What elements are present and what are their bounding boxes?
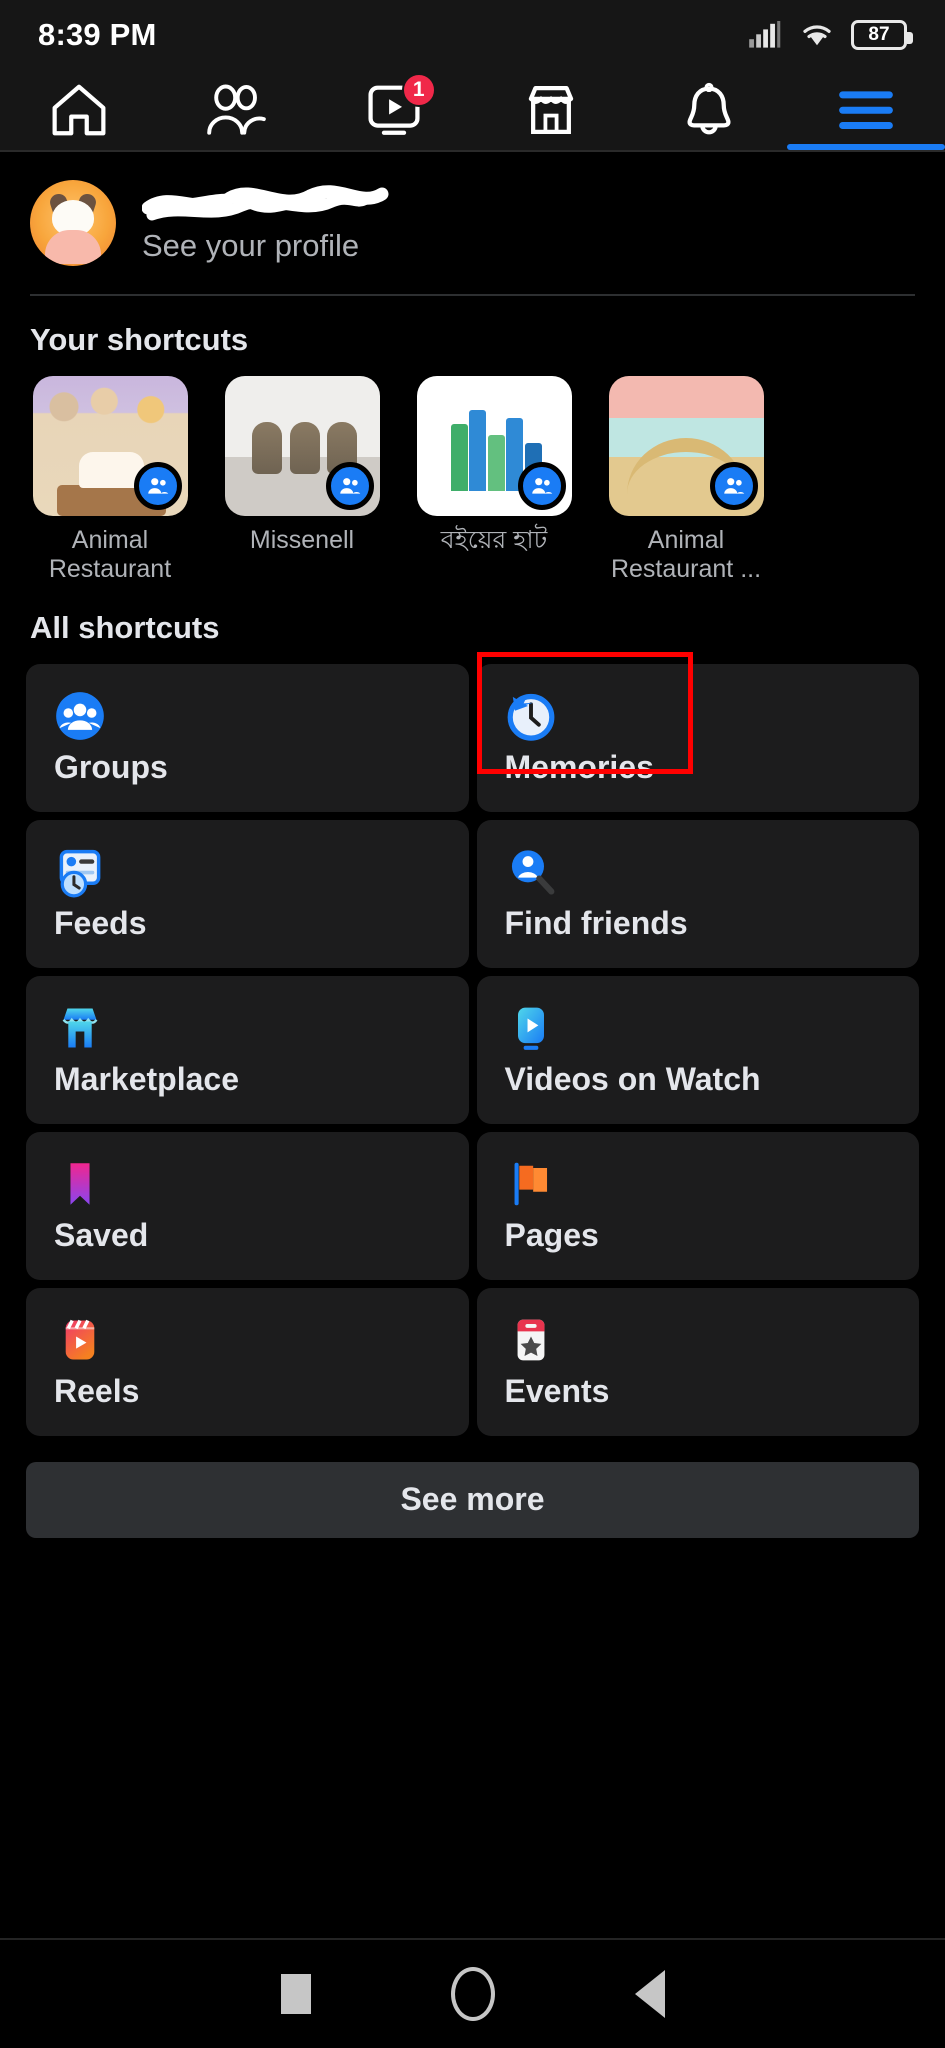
shortcut-tile-pages[interactable]: Pages — [476, 1131, 919, 1280]
facebook-top-nav: 1 — [0, 70, 945, 150]
reels-icon — [65, 1319, 95, 1359]
shortcut-tile-events[interactable]: Events — [476, 1287, 919, 1436]
tile-label: Videos on Watch — [504, 1060, 761, 1097]
see-your-profile-label[interactable]: See your profile — [142, 228, 422, 264]
all-shortcuts-title: All shortcuts — [30, 609, 220, 645]
see-more-button[interactable]: See more — [26, 1461, 919, 1538]
shortcut-label: Animal Restaurant ... — [610, 526, 762, 583]
group-badge-icon — [133, 462, 182, 510]
profile-name-redacted — [142, 182, 422, 224]
feeds-icon — [59, 849, 101, 897]
your-shortcuts-title: Your shortcuts — [30, 322, 249, 357]
avatar[interactable] — [30, 180, 116, 266]
shortcut-label: বইয়ের হাট — [440, 526, 548, 554]
shortcut-thumbnail[interactable] — [224, 376, 380, 516]
tile-label: Feeds — [54, 904, 147, 941]
nav-tab-home[interactable] — [0, 70, 158, 150]
shortcut-tile-reels[interactable]: Reels — [26, 1287, 469, 1436]
nav-tab-video[interactable]: 1 — [315, 70, 473, 150]
marketplace-icon — [529, 86, 574, 134]
shortcut-item[interactable]: Missenell — [216, 376, 388, 584]
menu-hamburger-icon — [839, 91, 894, 130]
group-badge-icon — [709, 462, 758, 510]
tile-label: Events — [504, 1372, 610, 1409]
tile-label: Memories — [504, 748, 654, 785]
saved-bookmark-icon — [70, 1162, 90, 1205]
see-more-wrap: See more — [0, 1436, 945, 1538]
status-icons: 87 — [749, 20, 913, 50]
nav-tab-menu[interactable] — [788, 70, 945, 150]
profile-texts: See your profile — [142, 182, 422, 264]
active-tab-indicator — [787, 144, 945, 150]
shortcut-tile-memories[interactable]: Memories — [476, 651, 919, 812]
profile-row[interactable]: See your profile — [0, 152, 945, 290]
shortcut-thumbnail[interactable] — [608, 376, 764, 516]
recents-square-icon[interactable] — [280, 1974, 311, 2014]
shortcut-tile-saved[interactable]: Saved — [26, 1131, 469, 1280]
shortcut-tile-find-friends[interactable]: Find friends — [476, 819, 919, 968]
pages-flag-icon — [514, 1162, 547, 1205]
nav-tab-marketplace[interactable] — [473, 70, 631, 150]
video-badge: 1 — [401, 73, 436, 107]
android-nav-bar — [0, 1938, 945, 2048]
group-badge-icon — [517, 462, 566, 510]
nav-tab-notifications[interactable] — [630, 70, 788, 150]
shortcut-thumbnail[interactable] — [416, 376, 572, 516]
group-badge-icon — [325, 462, 374, 510]
friends-icon — [207, 84, 267, 135]
wifi-icon — [803, 25, 831, 46]
tile-label: Groups — [54, 748, 168, 785]
tile-label: Pages — [504, 1216, 599, 1253]
tile-label: Saved — [54, 1216, 149, 1253]
back-triangle-icon[interactable] — [634, 1970, 665, 2018]
shortcut-item[interactable]: Animal Restaurant — [24, 376, 196, 584]
phone-screen: 8:39 PM 87 1 See your profile Your short… — [0, 0, 945, 2048]
status-bar: 8:39 PM 87 — [0, 0, 945, 70]
battery-level: 87 — [868, 24, 890, 45]
groups-icon — [56, 691, 104, 740]
tile-label: Find friends — [504, 904, 688, 941]
nav-tab-friends[interactable] — [158, 70, 316, 150]
shortcut-tile-marketplace[interactable]: Marketplace — [26, 975, 469, 1124]
events-calendar-icon — [517, 1319, 544, 1360]
videos-watch-icon — [517, 1007, 544, 1050]
shortcut-item[interactable]: বইয়ের হাট — [408, 376, 580, 584]
redaction-scribble-icon — [142, 185, 389, 221]
your-shortcuts-strip[interactable]: Animal Restaurant Missenell বইয়ের হাট A… — [0, 376, 945, 584]
home-circle-icon[interactable] — [450, 1967, 495, 2021]
shortcut-label: Missenell — [249, 526, 355, 554]
memories-clock-icon — [507, 693, 554, 741]
marketplace-store-icon — [62, 1008, 98, 1047]
tile-label: Marketplace — [54, 1060, 239, 1097]
all-shortcuts-grid: Groups Memories Feeds Find friends Marke… — [0, 651, 945, 1436]
status-time: 8:39 PM — [38, 17, 157, 52]
find-friends-icon — [511, 849, 554, 895]
shortcut-thumbnail[interactable] — [32, 376, 188, 516]
battery-icon: 87 — [851, 20, 913, 50]
avatar-cat-body — [45, 230, 101, 264]
shortcut-label: Animal Restaurant — [48, 526, 172, 583]
shortcut-tile-groups[interactable]: Groups — [26, 663, 469, 812]
shortcut-tile-videos-on-watch[interactable]: Videos on Watch — [476, 975, 919, 1124]
tile-label: Reels — [54, 1372, 140, 1409]
cellular-signal-icon — [749, 21, 781, 48]
notifications-bell-icon — [687, 82, 731, 135]
menu-content: See your profile Your shortcuts Animal R… — [0, 152, 945, 1538]
home-icon — [52, 84, 106, 136]
shortcut-tile-feeds[interactable]: Feeds — [26, 819, 469, 968]
shortcut-item[interactable]: Animal Restaurant ... — [600, 376, 772, 584]
